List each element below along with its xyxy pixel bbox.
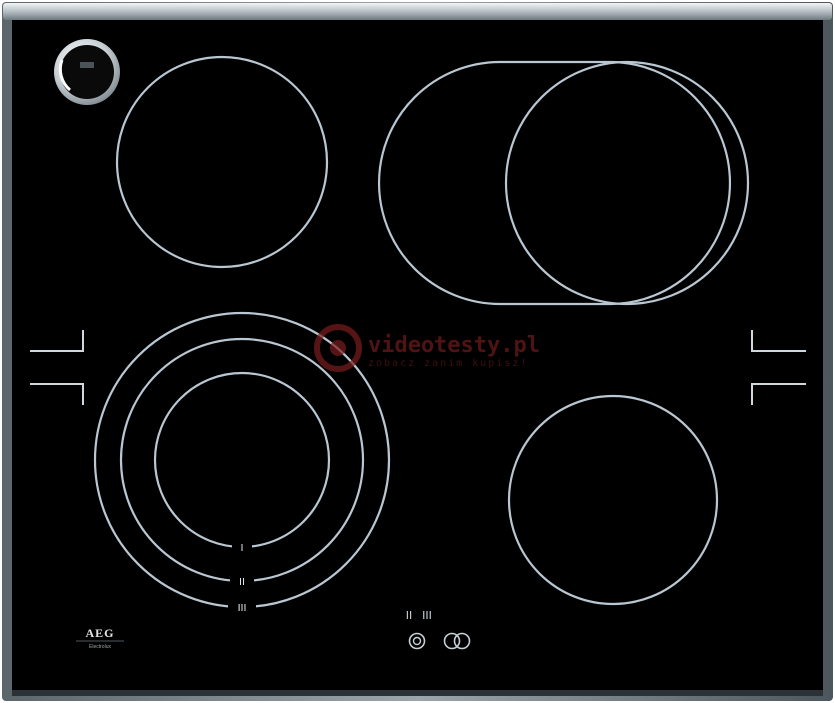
watermark-prefix: video bbox=[368, 333, 434, 358]
watermark-suffix: testy.pl bbox=[434, 333, 540, 358]
indicator-three: III bbox=[422, 609, 432, 622]
control-knob[interactable] bbox=[54, 39, 120, 105]
bottom-edge bbox=[12, 690, 823, 696]
brand-sub: Electrolux bbox=[89, 644, 111, 650]
watermark-tagline: zobacz zanim kupisz! bbox=[368, 358, 528, 369]
zone-mark-3: III bbox=[238, 603, 247, 614]
knob-face bbox=[60, 45, 114, 99]
brand-name: AEG bbox=[85, 626, 114, 640]
knob-slot bbox=[80, 62, 94, 68]
zone-mark-2: II bbox=[239, 577, 245, 588]
ceramic-hob: I II III video testy.pl zobacz zanim kup… bbox=[0, 0, 835, 703]
top-trim bbox=[3, 3, 832, 20]
watermark-logo-dot bbox=[330, 340, 346, 356]
indicator-two: II bbox=[406, 609, 413, 622]
hob-illustration: I II III video testy.pl zobacz zanim kup… bbox=[0, 0, 835, 703]
zone-mark-1: I bbox=[241, 543, 244, 554]
